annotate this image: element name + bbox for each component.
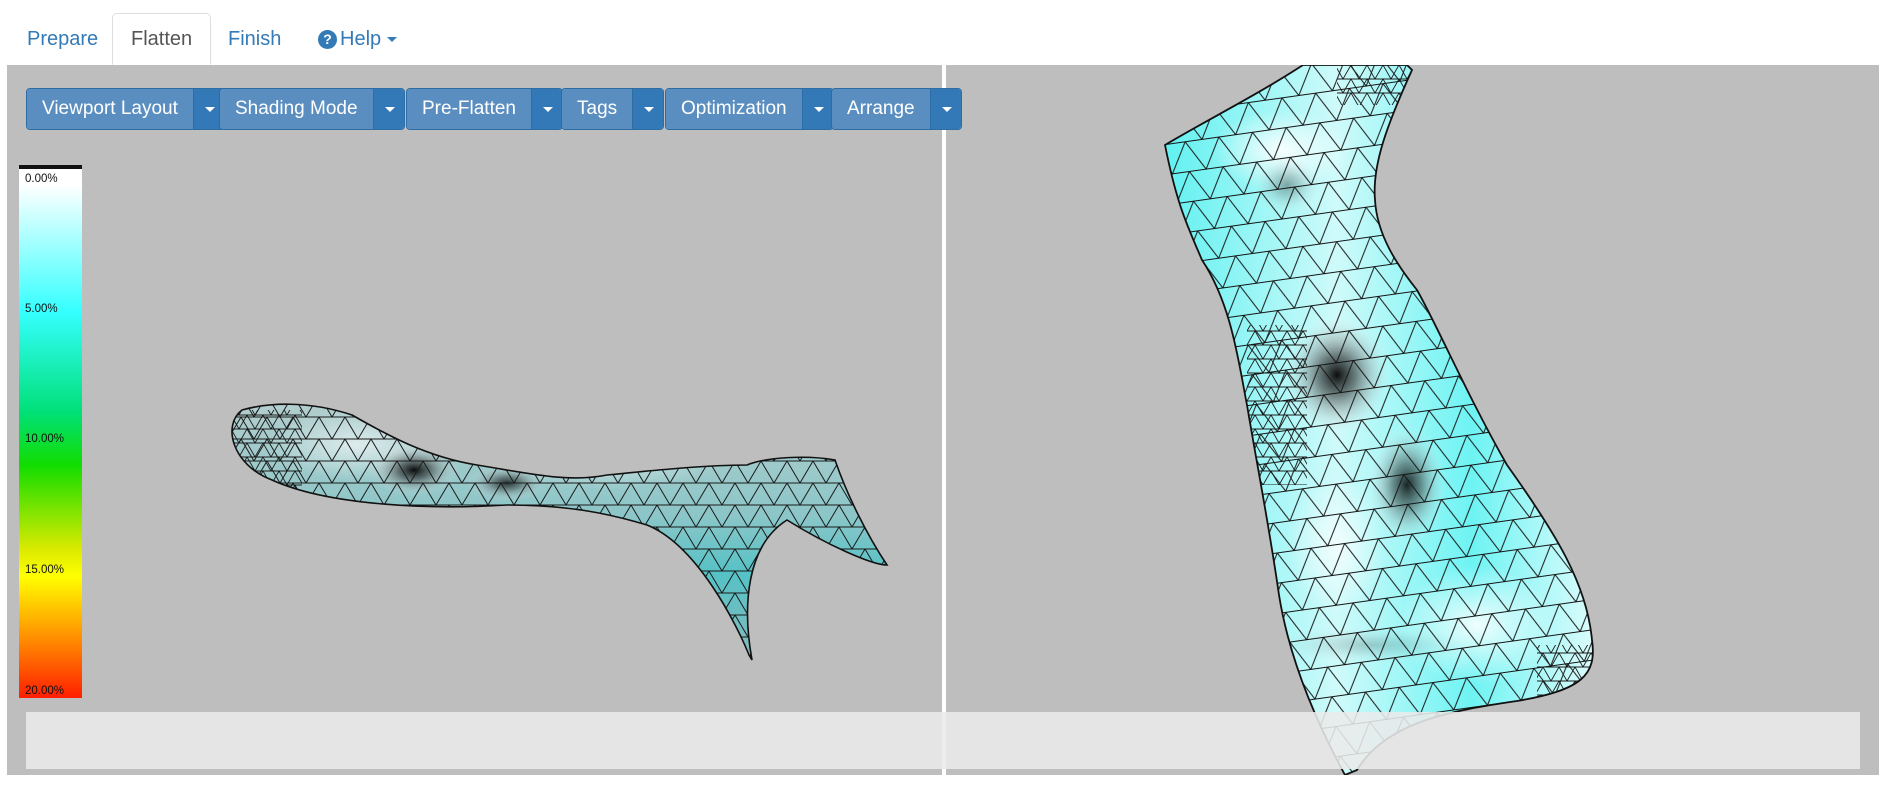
optimization-button-group: Optimization <box>665 88 834 130</box>
tab-prepare[interactable]: Prepare <box>9 13 116 65</box>
legend-label-15: 15.00% <box>25 564 65 576</box>
shading-mode-button-group: Shading Mode <box>219 88 405 130</box>
tags-button-group: Tags <box>561 88 665 130</box>
arrange-button-group: Arrange <box>831 88 962 130</box>
legend-label-10: 10.00% <box>25 433 65 445</box>
tab-flatten[interactable]: Flatten <box>112 13 212 65</box>
arrange-button[interactable]: Arrange <box>832 89 930 129</box>
shading-mode-button[interactable]: Shading Mode <box>220 89 373 129</box>
help-label: Help <box>340 28 382 50</box>
caret-down-icon <box>813 107 824 112</box>
viewport[interactable]: Viewport Layout Shading Mode Pre-Flatten… <box>7 65 1879 775</box>
pre-flatten-button[interactable]: Pre-Flatten <box>407 89 531 129</box>
legend-label-0: 0.00% <box>25 173 58 185</box>
viewport-divider[interactable] <box>942 65 946 775</box>
tags-dropdown[interactable] <box>632 89 664 129</box>
mode-tabs: Prepare Flatten Finish ? Help <box>0 0 1885 65</box>
distortion-color-legend: 0.00% 5.00% 10.00% 15.00% 20.00% <box>19 165 82 698</box>
mesh-3d-view[interactable] <box>207 385 907 675</box>
shading-mode-dropdown[interactable] <box>372 89 404 129</box>
viewport-layout-button-group: Viewport Layout <box>26 88 225 130</box>
question-circle-icon: ? <box>318 30 337 49</box>
viewport-layout-button[interactable]: Viewport Layout <box>27 89 193 129</box>
caret-down-icon <box>384 107 395 112</box>
caret-down-icon <box>204 107 215 112</box>
help-menu[interactable]: ? Help <box>300 13 415 65</box>
tab-finish[interactable]: Finish <box>210 13 299 65</box>
status-bar <box>26 712 1860 769</box>
tags-button[interactable]: Tags <box>562 89 633 129</box>
caret-down-icon <box>542 107 553 112</box>
optimization-button[interactable]: Optimization <box>666 89 802 129</box>
optimization-dropdown[interactable] <box>801 89 833 129</box>
pre-flatten-button-group: Pre-Flatten <box>406 88 563 130</box>
arrange-dropdown[interactable] <box>929 89 961 129</box>
caret-down-icon <box>941 107 952 112</box>
legend-label-20: 20.00% <box>25 685 65 697</box>
legend-label-5: 5.00% <box>25 303 58 315</box>
caret-down-icon <box>644 107 655 112</box>
caret-down-icon <box>387 37 398 42</box>
pre-flatten-dropdown[interactable] <box>530 89 562 129</box>
mesh-flattened-view[interactable] <box>1157 65 1607 775</box>
